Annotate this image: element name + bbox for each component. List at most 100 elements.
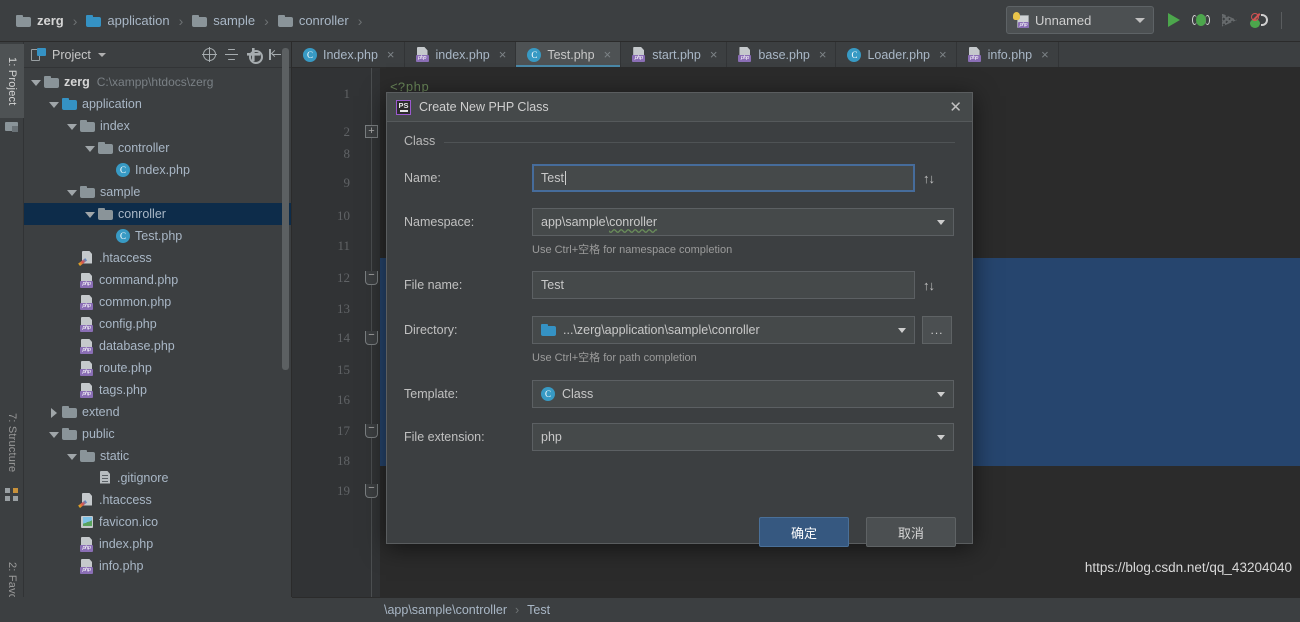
line-number: 2	[343, 124, 351, 139]
namespace-dropdown-arrow[interactable]	[928, 208, 954, 236]
tree-node--htaccess[interactable]: .htaccess	[24, 489, 291, 511]
status-path[interactable]: \app\sample\controller	[384, 603, 507, 617]
editor-tab-index-php[interactable]: C Index.php ×	[292, 42, 405, 67]
debug-icon[interactable]	[1192, 13, 1210, 27]
chevron-down-icon[interactable]	[65, 120, 78, 133]
status-member[interactable]: Test	[527, 603, 550, 617]
sidebar-item-structure[interactable]: 7: Structure	[0, 400, 24, 486]
cancel-button[interactable]: 取消	[866, 517, 956, 547]
close-icon[interactable]: ×	[939, 47, 947, 62]
chevron-down-icon[interactable]	[29, 76, 42, 89]
chevron-down-icon[interactable]	[47, 428, 60, 441]
chevron-down-icon[interactable]	[47, 98, 60, 111]
tree-node-tags-php[interactable]: php tags.php	[24, 379, 291, 401]
tree-node-favicon-ico[interactable]: favicon.ico	[24, 511, 291, 533]
tree-node-route-php[interactable]: php route.php	[24, 357, 291, 379]
tree-node--htaccess[interactable]: .htaccess	[24, 247, 291, 269]
run-toolbar	[1168, 9, 1282, 31]
code-fold-collapse-icon[interactable]: −	[365, 483, 378, 498]
close-icon[interactable]: ×	[387, 47, 395, 62]
tree-node-info-php[interactable]: php info.php	[24, 555, 291, 577]
chevron-right-icon[interactable]	[47, 406, 60, 419]
editor-tab-index-php[interactable]: php index.php ×	[405, 42, 517, 67]
breadcrumb-item-zerg[interactable]: zerg	[14, 13, 66, 28]
tree-node--gitignore[interactable]: .gitignore	[24, 467, 291, 489]
structure-icon	[5, 488, 19, 502]
tree-node-database-php[interactable]: php database.php	[24, 335, 291, 357]
close-icon[interactable]: ×	[710, 47, 718, 62]
close-icon[interactable]: ×	[819, 47, 827, 62]
chevron-down-icon[interactable]	[83, 142, 96, 155]
editor-tab-start-php[interactable]: php start.php ×	[621, 42, 728, 67]
project-panel-title[interactable]: Project	[52, 48, 91, 62]
dialog-title-bar[interactable]: PS Create New PHP Class ✕	[387, 93, 972, 122]
directory-input[interactable]: ...\zerg\application\sample\conroller	[532, 316, 889, 344]
project-tree-scrollbar[interactable]	[282, 48, 289, 370]
tree-node-zerg[interactable]: zerg C:\xampp\htdocs\zerg	[24, 71, 291, 93]
browse-directory-button[interactable]: ...	[922, 316, 952, 344]
tree-node-index[interactable]: index	[24, 115, 291, 137]
settings-gear-icon[interactable]	[247, 48, 263, 64]
php-class-icon: C	[527, 47, 542, 62]
tree-node-common-php[interactable]: php common.php	[24, 291, 291, 313]
collapse-all-icon[interactable]	[225, 48, 238, 61]
close-icon[interactable]: ×	[499, 47, 507, 62]
close-icon[interactable]: ✕	[947, 100, 964, 115]
watermark-text: https://blog.csdn.net/qq_43204040	[1084, 560, 1292, 575]
tree-node-index-php[interactable]: C Index.php	[24, 159, 291, 181]
editor-tab-loader-php[interactable]: C Loader.php ×	[836, 42, 957, 67]
code-fold-collapse-icon[interactable]: −	[365, 330, 378, 345]
tree-node-config-php[interactable]: php config.php	[24, 313, 291, 335]
hide-panel-icon[interactable]	[269, 48, 282, 61]
file-extension-input[interactable]: php	[532, 423, 928, 451]
breadcrumb-item-application[interactable]: application	[84, 13, 171, 28]
run-configuration-selector[interactable]: php Unnamed	[1006, 6, 1154, 34]
swap-file-name-icon[interactable]: ↑↓	[923, 278, 935, 293]
editor-gutter: 1 2 8 9 10 11 12 13 14 15 16 17 18 19 + − − − −	[292, 68, 380, 597]
tree-node-public[interactable]: public	[24, 423, 291, 445]
tree-node-conroller[interactable]: conroller	[24, 203, 291, 225]
chevron-down-icon[interactable]	[83, 208, 96, 221]
editor-tab-base-php[interactable]: php base.php ×	[727, 42, 837, 67]
breadcrumb-item-sample[interactable]: sample	[190, 13, 257, 28]
close-icon[interactable]: ×	[604, 47, 612, 62]
run-icon[interactable]	[1168, 13, 1180, 27]
tree-node-label: conroller	[118, 207, 166, 221]
editor-tab-test-php[interactable]: C Test.php ×	[516, 42, 622, 67]
directory-dropdown-arrow[interactable]	[889, 316, 915, 344]
line-number: 15	[337, 362, 350, 377]
code-fold-expand-icon[interactable]: +	[365, 125, 378, 138]
run-with-coverage-icon[interactable]	[1222, 13, 1237, 27]
sidebar-item-project[interactable]: 1: Project	[0, 44, 24, 118]
locate-icon[interactable]	[201, 46, 217, 62]
tree-node-application[interactable]: application	[24, 93, 291, 115]
tree-node-test-php[interactable]: C Test.php	[24, 225, 291, 247]
stop-debugger-icon[interactable]	[1250, 12, 1268, 28]
close-icon[interactable]: ×	[1041, 47, 1049, 62]
tree-node-sample[interactable]: sample	[24, 181, 291, 203]
editor-tab-info-php[interactable]: php info.php ×	[957, 42, 1059, 67]
namespace-input[interactable]: app\sample\ conroller	[532, 208, 928, 236]
code-fold-collapse-icon[interactable]: −	[365, 270, 378, 285]
breadcrumb-item-conroller[interactable]: conroller	[276, 13, 351, 28]
tree-node-extend[interactable]: extend	[24, 401, 291, 423]
tree-node-command-php[interactable]: php command.php	[24, 269, 291, 291]
tree-node-index-php[interactable]: php index.php	[24, 533, 291, 555]
chevron-down-icon[interactable]	[97, 52, 106, 57]
file-name-input[interactable]: Test	[532, 271, 915, 299]
code-fold-collapse-icon[interactable]: −	[365, 423, 378, 438]
tree-node-controller[interactable]: controller	[24, 137, 291, 159]
chevron-down-icon[interactable]	[65, 186, 78, 199]
field-row-namespace: Namespace: app\sample\ conroller	[404, 208, 957, 236]
template-input[interactable]: C Class	[532, 380, 928, 408]
tree-node-label: Index.php	[135, 163, 190, 177]
project-tree[interactable]: zerg C:\xampp\htdocs\zerg application index…	[24, 68, 291, 621]
template-dropdown-arrow[interactable]	[928, 380, 954, 408]
file-extension-dropdown-arrow[interactable]	[928, 423, 954, 451]
swap-name-icon[interactable]: ↑↓	[923, 171, 935, 186]
chevron-down-icon[interactable]	[65, 450, 78, 463]
ok-button[interactable]: 确定	[759, 517, 849, 547]
name-input[interactable]: Test	[532, 164, 915, 192]
tree-node-static[interactable]: static	[24, 445, 291, 467]
tree-node-label: controller	[118, 141, 170, 155]
